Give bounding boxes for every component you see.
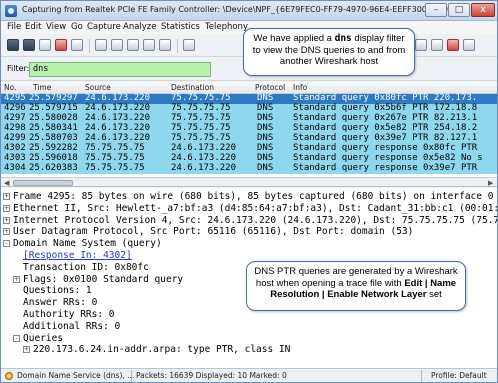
menu-capture[interactable]: Capture: [87, 22, 121, 32]
save-file-icon[interactable]: [111, 39, 123, 51]
expand-icon[interactable]: +: [13, 275, 20, 283]
column-header-source[interactable]: Source: [85, 83, 111, 92]
column-header-time[interactable]: Time: [33, 83, 51, 92]
menu-edit[interactable]: Edit: [25, 22, 41, 32]
interfaces-icon[interactable]: [7, 39, 19, 51]
menu-telephony[interactable]: Telephony: [205, 22, 248, 32]
start-capture-icon[interactable]: [39, 39, 51, 51]
title-bar[interactable]: Capturing from Realtek PCIe FE Family Co…: [1, 1, 497, 21]
annotation-callout-filter: We have applied a dns display filter to …: [243, 28, 415, 76]
packet-cell-src: 75.75.75.75: [85, 163, 145, 173]
maximize-button[interactable]: □: [448, 3, 470, 17]
detail-item-text: Transaction ID: 0x80fc: [23, 261, 149, 273]
restart-capture-icon[interactable]: [71, 39, 83, 51]
close-button[interactable]: x: [471, 3, 495, 17]
filter-label: Filter:: [7, 64, 30, 73]
packet-cell-info: Standard query response 0x39e7 PTR: [293, 163, 478, 173]
close-file-icon[interactable]: [127, 39, 139, 51]
status-divider: [421, 370, 422, 382]
packet-cell-time: 25.620383: [29, 163, 78, 173]
column-header-info[interactable]: Info: [293, 83, 307, 92]
annotation-callout-ptr: DNS PTR queries are generated by a Wires…: [246, 261, 466, 311]
collapse-icon[interactable]: -: [13, 334, 20, 342]
capture-filters-icon[interactable]: [431, 39, 443, 51]
print-icon[interactable]: [159, 39, 171, 51]
detail-item-text: Questions: 1: [23, 285, 92, 297]
detail-item-text: Domain Name System (query): [13, 238, 162, 250]
expand-icon[interactable]: +: [3, 228, 10, 236]
response-in-link[interactable]: [Response In: 4302]: [23, 250, 132, 261]
detail-item-text: Authority RRs: 0: [23, 309, 115, 320]
scroll-right-icon[interactable]: ▶: [488, 179, 493, 186]
menu-analyze[interactable]: Analyze: [123, 22, 157, 32]
detail-item-text: Additional RRs: 0: [23, 320, 121, 332]
expand-icon[interactable]: +: [3, 216, 10, 224]
status-profile[interactable]: Profile: Default: [431, 371, 487, 380]
column-header-destination[interactable]: Destination: [171, 83, 214, 92]
status-divider: [131, 370, 132, 382]
open-file-icon[interactable]: [95, 39, 107, 51]
wireshark-window: Capturing from Realtek PCIe FE Family Co…: [0, 0, 498, 383]
find-packet-icon[interactable]: [183, 39, 195, 51]
expert-info-icon[interactable]: [5, 372, 13, 380]
collapse-icon[interactable]: -: [3, 240, 10, 248]
callout-filter-code: dns: [334, 33, 352, 44]
expand-icon[interactable]: +: [3, 193, 10, 200]
toolbar-separator: [89, 39, 90, 53]
reload-icon[interactable]: [143, 39, 155, 51]
packet-list-pane: No. Time Source Destination Protocol Inf…: [1, 82, 497, 187]
status-field-info: Domain Name Service (dns), ...: [17, 371, 135, 380]
menu-view[interactable]: View: [46, 22, 66, 32]
wireshark-app-icon: [5, 5, 17, 17]
callout-ptr-text-post: set: [426, 289, 442, 300]
packet-list-scrollbar[interactable]: ◀ ▶: [1, 177, 497, 186]
status-bar: Domain Name Service (dns), ... Packets: …: [1, 368, 497, 382]
expand-icon[interactable]: +: [23, 346, 30, 354]
packet-row[interactable]: 4304 25.620383 75.75.75.75 24.6.173.220 DNS S…: [1, 163, 497, 174]
status-packet-counts: Packets: 16639 Displayed: 10 Marked: 0: [136, 371, 287, 380]
detail-item-text: Queries: [23, 332, 64, 344]
callout-filter-text-pre: We have applied a: [253, 33, 335, 44]
menu-file[interactable]: File: [7, 22, 21, 32]
minimize-button[interactable]: –: [425, 3, 447, 17]
detail-item-text: Internet Protocol Version 4, Src: 24.6.1…: [13, 214, 497, 226]
detail-item-text: Answer RRs: 0: [23, 297, 98, 309]
packet-cell-proto: DNS: [257, 163, 274, 173]
detail-item-text: User Datagram Protocol, Src Port: 65116 …: [13, 226, 414, 238]
display-filter-input[interactable]: dns: [29, 62, 211, 77]
options-icon[interactable]: [23, 39, 35, 51]
preferences-icon[interactable]: [447, 39, 459, 51]
scroll-left-icon[interactable]: ◀: [4, 179, 9, 186]
menu-statistics[interactable]: Statistics: [161, 22, 200, 32]
detail-item-text: 220.173.6.24.in-addr.arpa: type PTR, cla…: [33, 344, 291, 356]
detail-item-text: Frame 4295: 85 bytes on wire (680 bits),…: [13, 191, 494, 202]
stop-capture-icon[interactable]: [55, 39, 67, 51]
help-icon[interactable]: [463, 39, 475, 51]
column-header-no[interactable]: No.: [4, 83, 16, 92]
scrollbar-thumb[interactable]: [13, 180, 73, 186]
window-title: Capturing from Realtek PCIe FE Family Co…: [22, 5, 458, 14]
expand-icon[interactable]: +: [3, 204, 10, 212]
menu-go[interactable]: Go: [71, 22, 83, 32]
detail-item-text: Flags: 0x0100 Standard query: [23, 273, 184, 285]
toolbar-separator: [177, 39, 178, 53]
packet-cell-dst: 24.6.173.220: [171, 163, 237, 173]
coloring-rules-icon[interactable]: [415, 39, 427, 51]
detail-item-text: Ethernet II, Src: Hewlett-_a7:bf:a3 (d4:…: [13, 202, 497, 214]
column-header-protocol[interactable]: Protocol: [255, 83, 285, 92]
packet-cell-no: 4304: [4, 163, 26, 173]
